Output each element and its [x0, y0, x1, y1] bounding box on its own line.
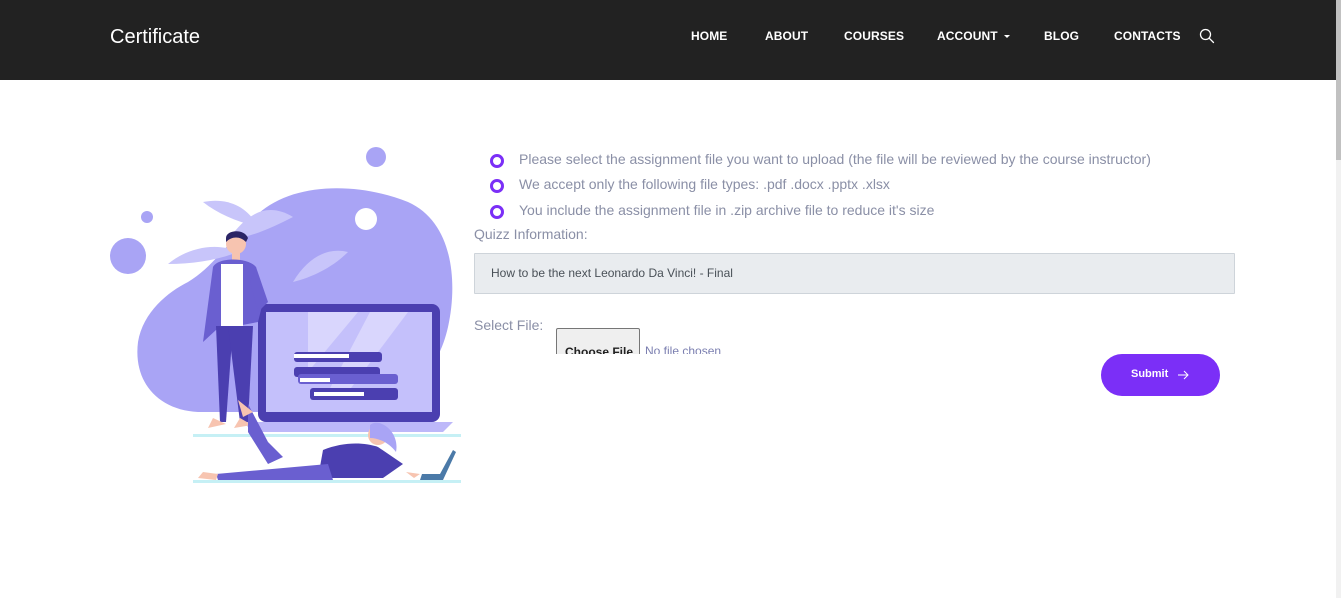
nav-courses[interactable]: COURSES [844, 29, 904, 43]
nav-account-label: ACCOUNT [937, 29, 998, 43]
quiz-info-field: How to be the next Leonardo Da Vinci! - … [474, 253, 1235, 294]
quiz-info-label: Quizz Information: [474, 226, 588, 242]
instruction-text: Please select the assignment file you wa… [519, 151, 1151, 167]
page-scrollbar-thumb[interactable] [1336, 0, 1341, 160]
nav-about[interactable]: ABOUT [765, 29, 808, 43]
nav-contacts[interactable]: CONTACTS [1114, 29, 1181, 43]
instruction-text: We accept only the following file types:… [519, 176, 890, 192]
submit-button[interactable]: Submit [1101, 354, 1220, 396]
arrow-right-icon [1178, 370, 1189, 380]
search-icon[interactable] [1199, 28, 1215, 44]
hero-illustration [108, 142, 464, 488]
top-navbar: Certificate HOME ABOUT COURSES ACCOUNT B… [0, 0, 1336, 80]
page-scrollbar[interactable] [1336, 0, 1341, 598]
choose-file-label: Choose File [565, 345, 634, 354]
nav-home[interactable]: HOME [691, 29, 727, 43]
no-file-chosen-text: No file chosen [645, 344, 722, 354]
bullet-ring-icon [490, 205, 504, 219]
site-brand[interactable]: Certificate [110, 26, 200, 49]
bullet-ring-icon [490, 179, 504, 193]
bullet-ring-icon [490, 154, 504, 168]
caret-down-icon [1003, 35, 1010, 38]
choose-file-button[interactable]: Choose File [556, 328, 640, 354]
file-input[interactable]: Choose File No file chosen [556, 328, 756, 354]
nav-blog[interactable]: BLOG [1044, 29, 1079, 43]
submit-label: Submit [1131, 368, 1169, 380]
nav-account[interactable]: ACCOUNT [937, 29, 1010, 43]
instruction-text: You include the assignment file in .zip … [519, 202, 935, 218]
quiz-info-value: How to be the next Leonardo Da Vinci! - … [491, 266, 733, 280]
select-file-label: Select File: [474, 317, 544, 333]
